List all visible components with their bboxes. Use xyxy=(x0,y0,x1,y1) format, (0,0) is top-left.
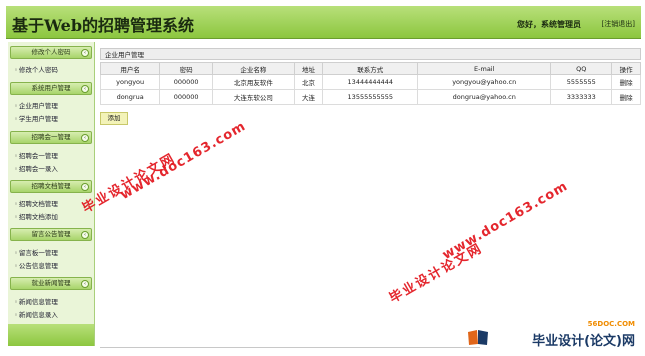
col-password: 密码 xyxy=(159,62,214,75)
bullet-icon: ◦ xyxy=(14,298,18,306)
delete-link[interactable]: 删除 xyxy=(611,74,641,90)
footer-divider xyxy=(100,347,480,348)
collapse-icon[interactable]: ‹ xyxy=(81,49,89,57)
sidebar-item-student-users[interactable]: ◦学生用户管理 xyxy=(14,113,58,123)
sidebar-section-password[interactable]: 修改个人密码 ‹ xyxy=(10,46,92,59)
cell-company: 北京用友软件 xyxy=(212,74,295,90)
sidebar-item-job-fair-entry[interactable]: ◦招聘会一录入 xyxy=(14,163,58,173)
sidebar-item-notices[interactable]: ◦公告信息管理 xyxy=(14,260,58,270)
sidebar-section-label: 就业新闻管理 xyxy=(31,279,71,287)
sidebar-item-message-board[interactable]: ◦留言板一管理 xyxy=(14,247,58,257)
table-row: dongrua 000000 大连东软公司 大连 13555555555 don… xyxy=(99,89,641,105)
collapse-icon[interactable]: ‹ xyxy=(81,85,89,93)
sidebar-item-company-users[interactable]: ◦企业用户管理 xyxy=(14,100,58,110)
sidebar-section-label: 留言公告管理 xyxy=(31,230,71,238)
sidebar-item-label: 学生用户管理 xyxy=(18,115,58,123)
cell-password: 000000 xyxy=(159,74,214,90)
sidebar-item-label: 招聘会一管理 xyxy=(18,152,58,160)
panel-title: 企业用户管理 xyxy=(100,48,641,60)
sidebar-footer xyxy=(8,324,94,346)
sidebar-section-label: 修改个人密码 xyxy=(31,48,71,56)
logout-link[interactable]: [注销退出] xyxy=(602,19,635,29)
bullet-icon: ◦ xyxy=(14,311,18,319)
sidebar-section-news[interactable]: 就业新闻管理 ‹ xyxy=(10,277,92,290)
add-button[interactable]: 添加 xyxy=(100,112,128,125)
col-contact: 联系方式 xyxy=(322,62,419,75)
sidebar-item-job-fair-manage[interactable]: ◦招聘会一管理 xyxy=(14,150,58,160)
sidebar-item-label: 新闻信息管理 xyxy=(18,298,58,306)
col-action: 操作 xyxy=(611,62,641,75)
logo-domain: 56DOC.COM xyxy=(587,320,635,328)
col-username: 用户名 xyxy=(99,62,161,75)
bullet-icon: ◦ xyxy=(14,115,18,123)
sidebar-section-label: 招聘文档管理 xyxy=(31,182,71,190)
sidebar: 修改个人密码 ‹ ◦修改个人密码 系统用户管理 ‹ ◦企业用户管理 ◦学生用户管… xyxy=(8,42,95,346)
sidebar-item-doc-manage[interactable]: ◦招聘文档管理 xyxy=(14,198,58,208)
cell-email: yongyou@yahoo.cn xyxy=(417,74,552,90)
collapse-icon[interactable]: ‹ xyxy=(81,231,89,239)
cell-qq: 3333333 xyxy=(550,89,613,105)
col-email: E-mail xyxy=(417,62,552,75)
cell-password: 000000 xyxy=(159,89,214,105)
sidebar-section-system-users[interactable]: 系统用户管理 ‹ xyxy=(10,82,92,95)
sidebar-item-label: 招聘文档管理 xyxy=(18,200,58,208)
sidebar-item-label: 招聘会一录入 xyxy=(18,165,58,173)
bullet-icon: ◦ xyxy=(14,213,18,221)
app-title: 基于Web的招聘管理系统 xyxy=(12,16,195,35)
cell-username: yongyou xyxy=(99,74,161,90)
col-address: 地址 xyxy=(293,62,324,75)
table-header-row: 用户名 密码 企业名称 地址 联系方式 E-mail QQ 操作 xyxy=(99,62,641,75)
welcome-text: 您好，系统管理员 xyxy=(517,20,581,29)
col-qq: QQ xyxy=(550,62,613,75)
site-logo: 56DOC.COM 毕业设计(论文)网 xyxy=(467,320,637,350)
cell-contact: 13444444444 xyxy=(322,74,419,90)
sidebar-item-label: 留言板一管理 xyxy=(18,249,58,257)
company-users-table: 用户名 密码 企业名称 地址 联系方式 E-mail QQ 操作 yongyou… xyxy=(99,62,641,105)
cell-email: dongrua@yahoo.cn xyxy=(417,89,552,105)
bullet-icon: ◦ xyxy=(14,152,18,160)
cell-username: dongrua xyxy=(99,89,161,105)
cell-address: 大连 xyxy=(293,89,324,105)
sidebar-item-label: 新闻信息录入 xyxy=(18,311,58,319)
cell-address: 北京 xyxy=(293,74,324,90)
delete-link[interactable]: 删除 xyxy=(611,89,641,105)
sidebar-item-label: 招聘文档添加 xyxy=(18,213,58,221)
sidebar-section-label: 系统用户管理 xyxy=(31,84,71,92)
sidebar-item-news-manage[interactable]: ◦新闻信息管理 xyxy=(14,296,58,306)
bullet-icon: ◦ xyxy=(14,262,18,270)
sidebar-section-label: 招聘会一管理 xyxy=(31,133,71,141)
logo-text: 毕业设计(论文)网 xyxy=(532,334,635,349)
book-icon xyxy=(468,330,488,345)
cell-contact: 13555555555 xyxy=(322,89,419,105)
collapse-icon[interactable]: ‹ xyxy=(81,280,89,288)
bullet-icon: ◦ xyxy=(14,165,18,173)
bullet-icon: ◦ xyxy=(14,200,18,208)
sidebar-item-label: 企业用户管理 xyxy=(18,102,58,110)
sidebar-section-documents[interactable]: 招聘文档管理 ‹ xyxy=(10,180,92,193)
sidebar-section-messages[interactable]: 留言公告管理 ‹ xyxy=(10,228,92,241)
sidebar-item-news-entry[interactable]: ◦新闻信息录入 xyxy=(14,309,58,319)
sidebar-item-change-password[interactable]: ◦修改个人密码 xyxy=(14,64,58,74)
bullet-icon: ◦ xyxy=(14,66,18,74)
bullet-icon: ◦ xyxy=(14,102,18,110)
collapse-icon[interactable]: ‹ xyxy=(81,183,89,191)
col-company: 企业名称 xyxy=(212,62,295,75)
table-row: yongyou 000000 北京用友软件 北京 13444444444 yon… xyxy=(99,74,641,90)
collapse-icon[interactable]: ‹ xyxy=(81,134,89,142)
sidebar-item-label: 修改个人密码 xyxy=(18,66,58,74)
sidebar-section-job-fairs[interactable]: 招聘会一管理 ‹ xyxy=(10,131,92,144)
sidebar-item-doc-add[interactable]: ◦招聘文档添加 xyxy=(14,211,58,221)
cell-qq: 5555555 xyxy=(550,74,613,90)
sidebar-item-label: 公告信息管理 xyxy=(18,262,58,270)
bullet-icon: ◦ xyxy=(14,249,18,257)
cell-company: 大连东软公司 xyxy=(212,89,295,105)
app-header: 基于Web的招聘管理系统 您好，系统管理员 [注销退出] xyxy=(6,6,641,39)
